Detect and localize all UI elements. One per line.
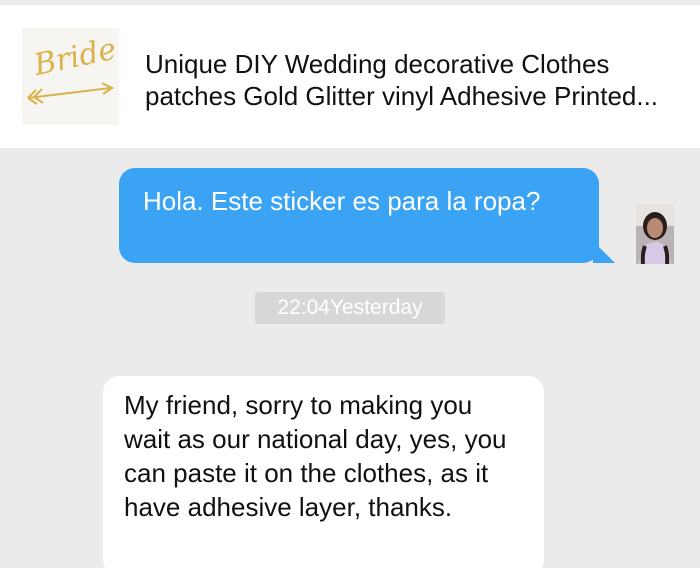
product-thumbnail[interactable]: Bride	[22, 28, 119, 125]
chat-screen: Bride Unique DIY Wedding decorative Clot…	[0, 0, 700, 568]
bubble-tail	[593, 241, 615, 263]
bride-arrow-image: Bride	[27, 32, 119, 105]
message-timestamp: 22:04Yesterday	[255, 292, 445, 324]
user-avatar[interactable]	[636, 204, 674, 264]
incoming-message-text: My friend, sorry to making you wait as o…	[124, 390, 507, 522]
arrow-graphic	[27, 82, 114, 105]
product-title[interactable]: Unique DIY Wedding decorative Clothes pa…	[145, 48, 685, 112]
product-card[interactable]: Bride Unique DIY Wedding decorative Clot…	[0, 5, 700, 148]
bride-lettering: Bride	[30, 32, 119, 84]
outgoing-message-bubble[interactable]: Hola. Este sticker es para la ropa?	[119, 168, 615, 263]
user-avatar-photo	[636, 204, 674, 264]
incoming-message-bubble[interactable]: My friend, sorry to making you wait as o…	[103, 376, 544, 568]
outgoing-message-text: Hola. Este sticker es para la ropa?	[143, 186, 541, 216]
